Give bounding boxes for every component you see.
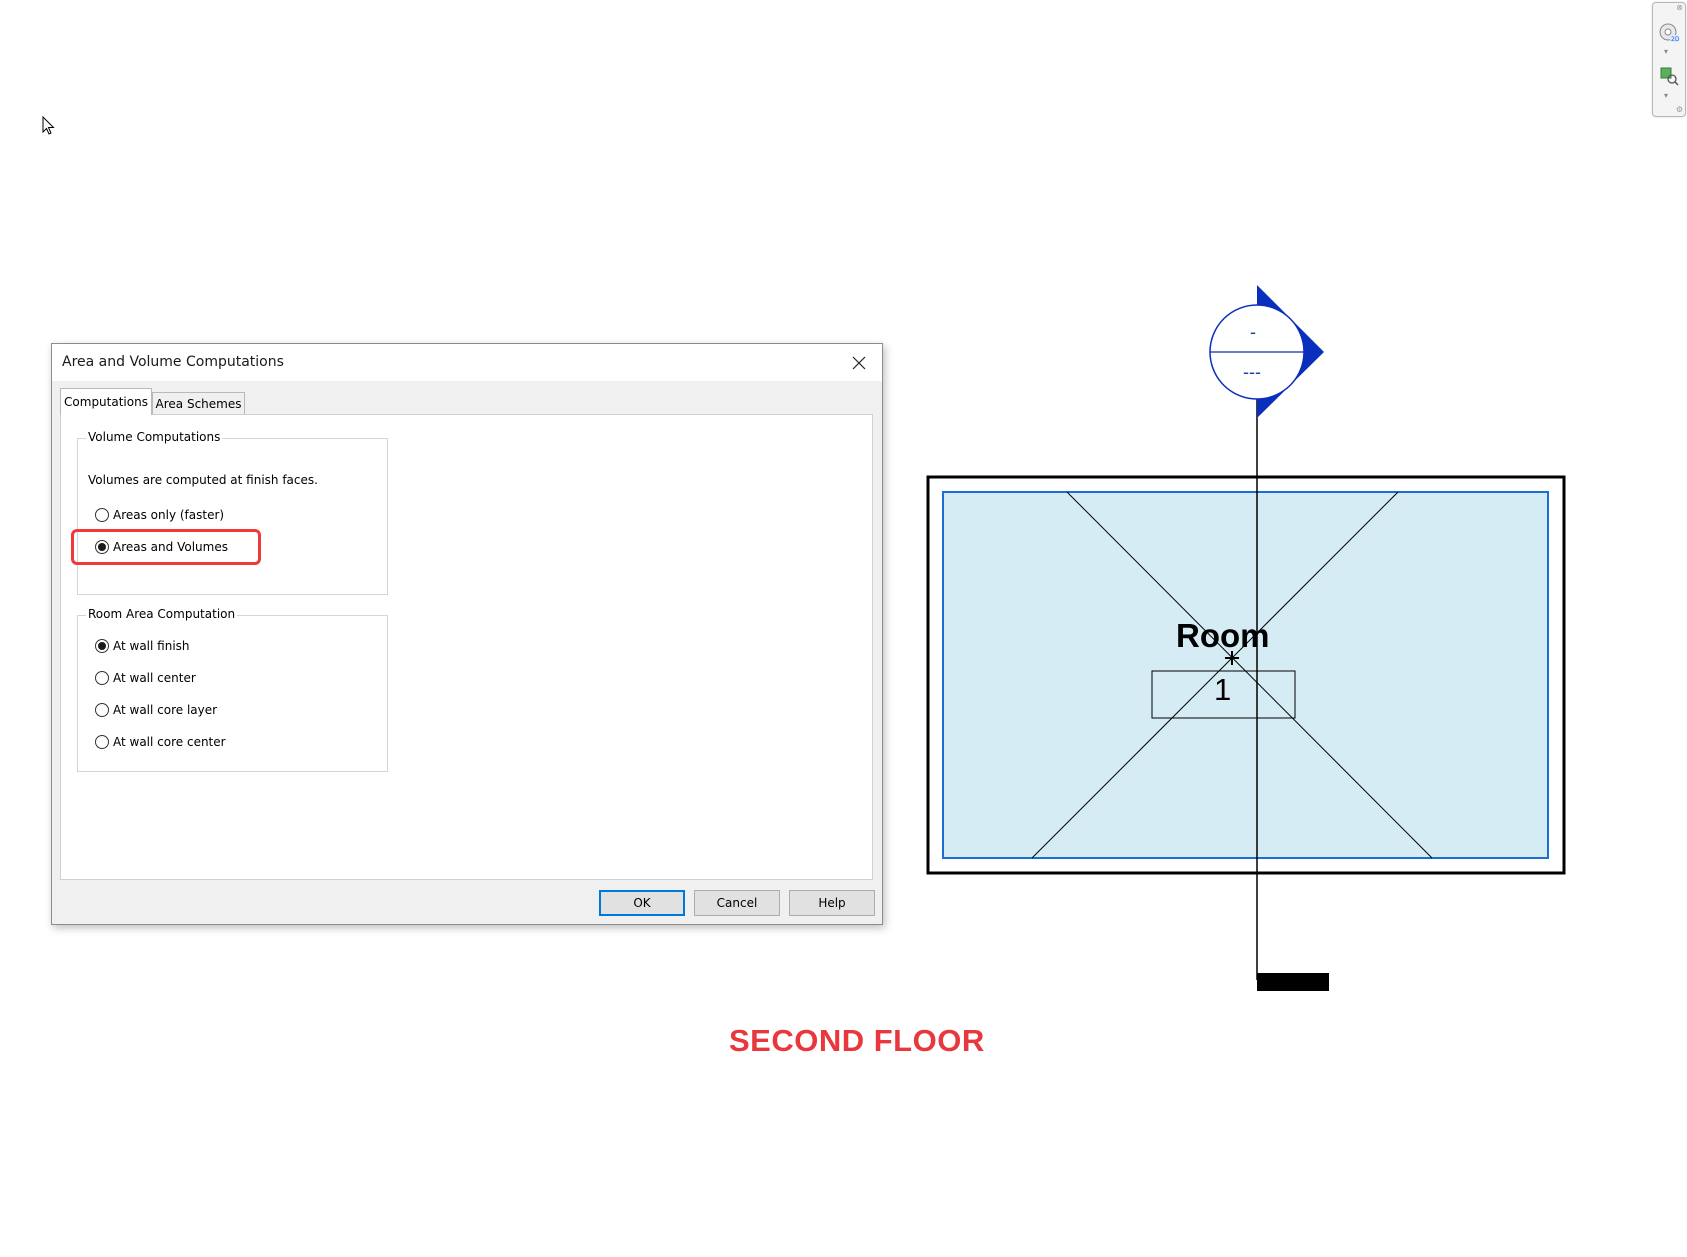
room-area-computation-group: Room Area Computation At wall finish At …: [77, 607, 388, 772]
radio-circle[interactable]: [95, 703, 109, 717]
group-legend: Volume Computations: [86, 430, 223, 444]
radio-wall-core-center[interactable]: At wall core center: [95, 735, 226, 749]
cancel-button[interactable]: Cancel: [694, 890, 780, 916]
room-number-label[interactable]: 1: [1214, 672, 1231, 708]
volume-note: Volumes are computed at finish faces.: [88, 473, 318, 487]
highlight-annotation: [71, 529, 261, 565]
radio-wall-center[interactable]: At wall center: [95, 671, 196, 685]
radio-circle[interactable]: [95, 639, 109, 653]
tab-computations[interactable]: Computations: [60, 388, 152, 415]
radio-circle[interactable]: [95, 671, 109, 685]
ok-button[interactable]: OK: [599, 890, 685, 916]
area-volume-dialog: Area and Volume Computations Computation…: [51, 343, 883, 925]
radio-label: At wall core center: [113, 735, 226, 749]
tab-area-schemes[interactable]: Area Schemes: [152, 392, 245, 415]
section-tail[interactable]: [1257, 973, 1329, 991]
help-button[interactable]: Help: [789, 890, 875, 916]
section-sheet-number: ---: [1243, 362, 1261, 382]
radio-label: At wall finish: [113, 639, 190, 653]
radio-label: At wall core layer: [113, 703, 218, 717]
computations-panel: Volume Computations Volumes are computed…: [60, 414, 873, 880]
radio-circle[interactable]: [95, 508, 109, 522]
close-icon: [852, 356, 866, 369]
section-detail-number: -: [1250, 322, 1256, 342]
radio-label: Areas only (faster): [113, 508, 225, 522]
radio-wall-finish[interactable]: At wall finish: [95, 639, 190, 653]
volume-computations-group: Volume Computations Volumes are computed…: [77, 430, 388, 595]
radio-label: At wall center: [113, 671, 196, 685]
room-name-label[interactable]: Room: [1176, 617, 1270, 655]
room-fill[interactable]: [942, 491, 1549, 859]
dialog-title: Area and Volume Computations: [62, 354, 284, 370]
group-legend: Room Area Computation: [86, 607, 238, 621]
radio-circle[interactable]: [95, 735, 109, 749]
radio-areas-only[interactable]: Areas only (faster): [95, 508, 224, 522]
floor-title: SECOND FLOOR: [729, 1023, 985, 1058]
close-button[interactable]: [836, 344, 882, 381]
dialog-title-bar[interactable]: Area and Volume Computations: [52, 344, 882, 381]
radio-wall-core-layer[interactable]: At wall core layer: [95, 703, 217, 717]
